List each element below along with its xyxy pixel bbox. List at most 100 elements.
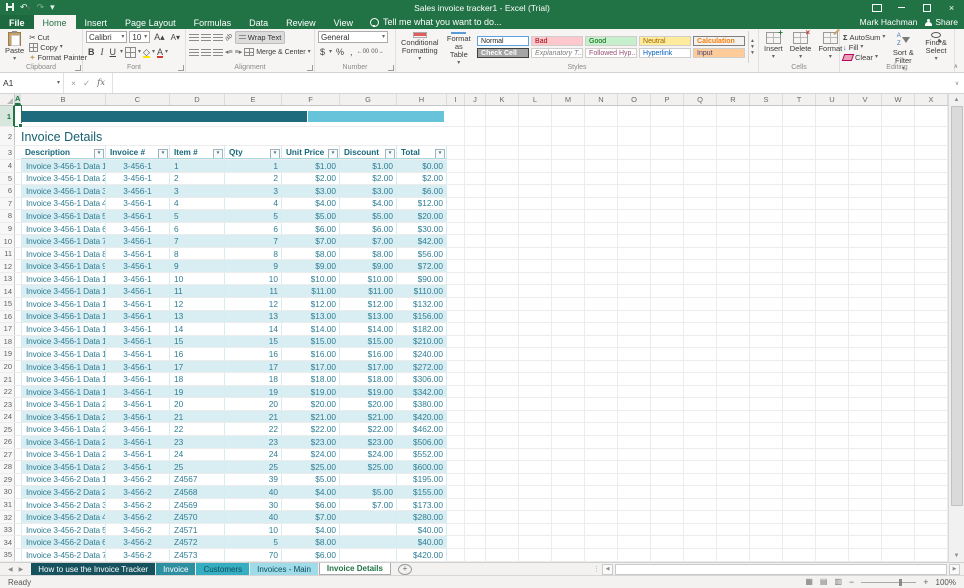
table-cell[interactable]: $342.00 xyxy=(397,386,447,398)
cell[interactable] xyxy=(465,436,486,448)
table-cell[interactable]: Invoice 3-456-1 Data 7 xyxy=(21,235,106,247)
fill-button[interactable]: ↓Fill▾ xyxy=(843,42,885,52)
table-cell[interactable]: 9 xyxy=(225,260,282,272)
table-cell[interactable]: 3-456-2 xyxy=(106,486,170,498)
empty-cells[interactable] xyxy=(486,336,948,348)
table-cell[interactable]: Invoice 3-456-1 Data 11 xyxy=(21,285,106,297)
tell-me-box[interactable]: Tell me what you want to do... xyxy=(362,15,510,29)
cell[interactable] xyxy=(465,146,486,159)
table-cell[interactable]: 3-456-2 xyxy=(106,499,170,511)
page-break-view-icon[interactable]: ▥ xyxy=(834,577,842,587)
table-cell[interactable]: $2.00 xyxy=(340,173,397,185)
merge-center-button[interactable]: Merge & Center▾ xyxy=(244,47,310,57)
table-cell[interactable]: $6.00 xyxy=(282,223,340,235)
cancel-icon[interactable]: × xyxy=(71,78,76,88)
table-cell[interactable]: $56.00 xyxy=(397,248,447,260)
table-cell[interactable]: 12 xyxy=(225,298,282,310)
table-cell[interactable]: 3-456-1 xyxy=(106,311,170,323)
empty-cells[interactable] xyxy=(486,536,948,548)
table-cell[interactable]: 24 xyxy=(225,449,282,461)
cell-style-bad[interactable]: Bad xyxy=(531,36,583,46)
scroll-up-icon[interactable]: ▲ xyxy=(949,94,964,106)
table-cell[interactable]: Z4568 xyxy=(170,486,225,498)
row-header-7[interactable]: 7 xyxy=(0,198,15,210)
empty-cells[interactable] xyxy=(486,235,948,247)
sheet-tab-customers[interactable]: Customers xyxy=(196,563,249,575)
table-cell[interactable]: $5.00 xyxy=(282,210,340,222)
clipboard-dialog-launcher[interactable] xyxy=(75,65,81,71)
table-cell[interactable]: 13 xyxy=(225,311,282,323)
column-header-L[interactable]: L xyxy=(519,94,552,105)
cell[interactable] xyxy=(465,511,486,523)
table-cell[interactable]: 3-456-2 xyxy=(106,474,170,486)
table-cell[interactable]: Invoice 3-456-2 Data 2 xyxy=(21,486,106,498)
cell[interactable] xyxy=(465,486,486,498)
column-header-F[interactable]: F xyxy=(282,94,340,105)
cell-style-calculation[interactable]: Calculation xyxy=(693,36,745,46)
cell[interactable] xyxy=(465,348,486,360)
decrease-decimal-button[interactable]: 00→ xyxy=(371,49,384,55)
row-header-28[interactable]: 28 xyxy=(0,461,15,473)
underline-button[interactable]: U xyxy=(108,47,119,57)
table-cell[interactable]: $182.00 xyxy=(397,323,447,335)
table-cell[interactable]: 5 xyxy=(225,536,282,548)
cell[interactable] xyxy=(447,210,465,222)
table-cell[interactable]: Invoice 3-456-1 Data 10 xyxy=(21,273,106,285)
ribbon-tab-insert[interactable]: Insert xyxy=(76,15,117,29)
table-cell[interactable]: $6.00 xyxy=(282,549,340,561)
row-header-11[interactable]: 11 xyxy=(0,248,15,260)
table-cell[interactable]: $6.00 xyxy=(282,499,340,511)
cell-style-input[interactable]: Input xyxy=(693,48,745,58)
table-cell[interactable]: $306.00 xyxy=(397,373,447,385)
row-header-9[interactable]: 9 xyxy=(0,223,15,235)
row-header-4[interactable]: 4 xyxy=(0,160,15,172)
filter-dropdown-icon[interactable]: ▾ xyxy=(270,149,280,159)
cell[interactable] xyxy=(447,311,465,323)
row-header-20[interactable]: 20 xyxy=(0,361,15,373)
empty-cells[interactable] xyxy=(486,260,948,272)
empty-cells[interactable] xyxy=(486,248,948,260)
signed-in-user[interactable]: Mark Hachman xyxy=(860,17,918,27)
column-header-W[interactable]: W xyxy=(882,94,915,105)
table-cell[interactable]: $24.00 xyxy=(282,449,340,461)
ribbon-tab-file[interactable]: File xyxy=(0,15,34,29)
column-header-B[interactable]: B xyxy=(21,94,106,105)
table-cell[interactable]: 3-456-1 xyxy=(106,298,170,310)
vertical-scroll-thumb[interactable] xyxy=(951,106,963,506)
cell[interactable] xyxy=(465,210,486,222)
row-header-22[interactable]: 22 xyxy=(0,386,15,398)
table-cell[interactable]: 3-456-2 xyxy=(106,549,170,561)
table-cell[interactable]: $506.00 xyxy=(397,436,447,448)
tab-split-handle[interactable]: ⋮ xyxy=(593,565,600,573)
table-cell[interactable]: $420.00 xyxy=(397,549,447,561)
table-cell[interactable]: 1 xyxy=(225,160,282,172)
table-cell[interactable]: Invoice 3-456-2 Data 6 xyxy=(21,536,106,548)
empty-cells[interactable] xyxy=(486,411,948,423)
table-cell[interactable]: $72.00 xyxy=(397,260,447,272)
align-middle-icon[interactable] xyxy=(201,34,211,41)
font-family-select[interactable]: Calibri▾ xyxy=(86,31,127,43)
tab-scroll-left-icon[interactable]: ◀ xyxy=(8,566,13,573)
table-cell[interactable]: 70 xyxy=(225,549,282,561)
table-cell[interactable]: $19.00 xyxy=(340,386,397,398)
table-cell[interactable]: 25 xyxy=(225,461,282,473)
table-cell[interactable]: 11 xyxy=(225,285,282,297)
cell[interactable] xyxy=(447,524,465,536)
cell-style-normal[interactable]: Normal xyxy=(477,36,529,46)
row-header-31[interactable]: 31 xyxy=(0,499,15,511)
cell[interactable] xyxy=(447,173,465,185)
table-cell[interactable]: Invoice 3-456-1 Data 25 xyxy=(21,461,106,473)
table-cell[interactable]: 3-456-1 xyxy=(106,398,170,410)
table-cell[interactable]: Invoice 3-456-1 Data 19 xyxy=(21,386,106,398)
table-cell[interactable]: 23 xyxy=(225,436,282,448)
empty-cells[interactable] xyxy=(486,106,948,126)
table-cell[interactable]: 14 xyxy=(225,323,282,335)
row-header-1[interactable]: 1 xyxy=(0,106,15,126)
cell[interactable] xyxy=(447,499,465,511)
horizontal-scroll-thumb[interactable] xyxy=(615,564,947,575)
table-cell[interactable]: 3-456-1 xyxy=(106,160,170,172)
increase-font-button[interactable]: A▴ xyxy=(152,32,167,43)
cell[interactable] xyxy=(465,524,486,536)
new-sheet-button[interactable]: + xyxy=(398,564,412,575)
row-header-19[interactable]: 19 xyxy=(0,348,15,360)
